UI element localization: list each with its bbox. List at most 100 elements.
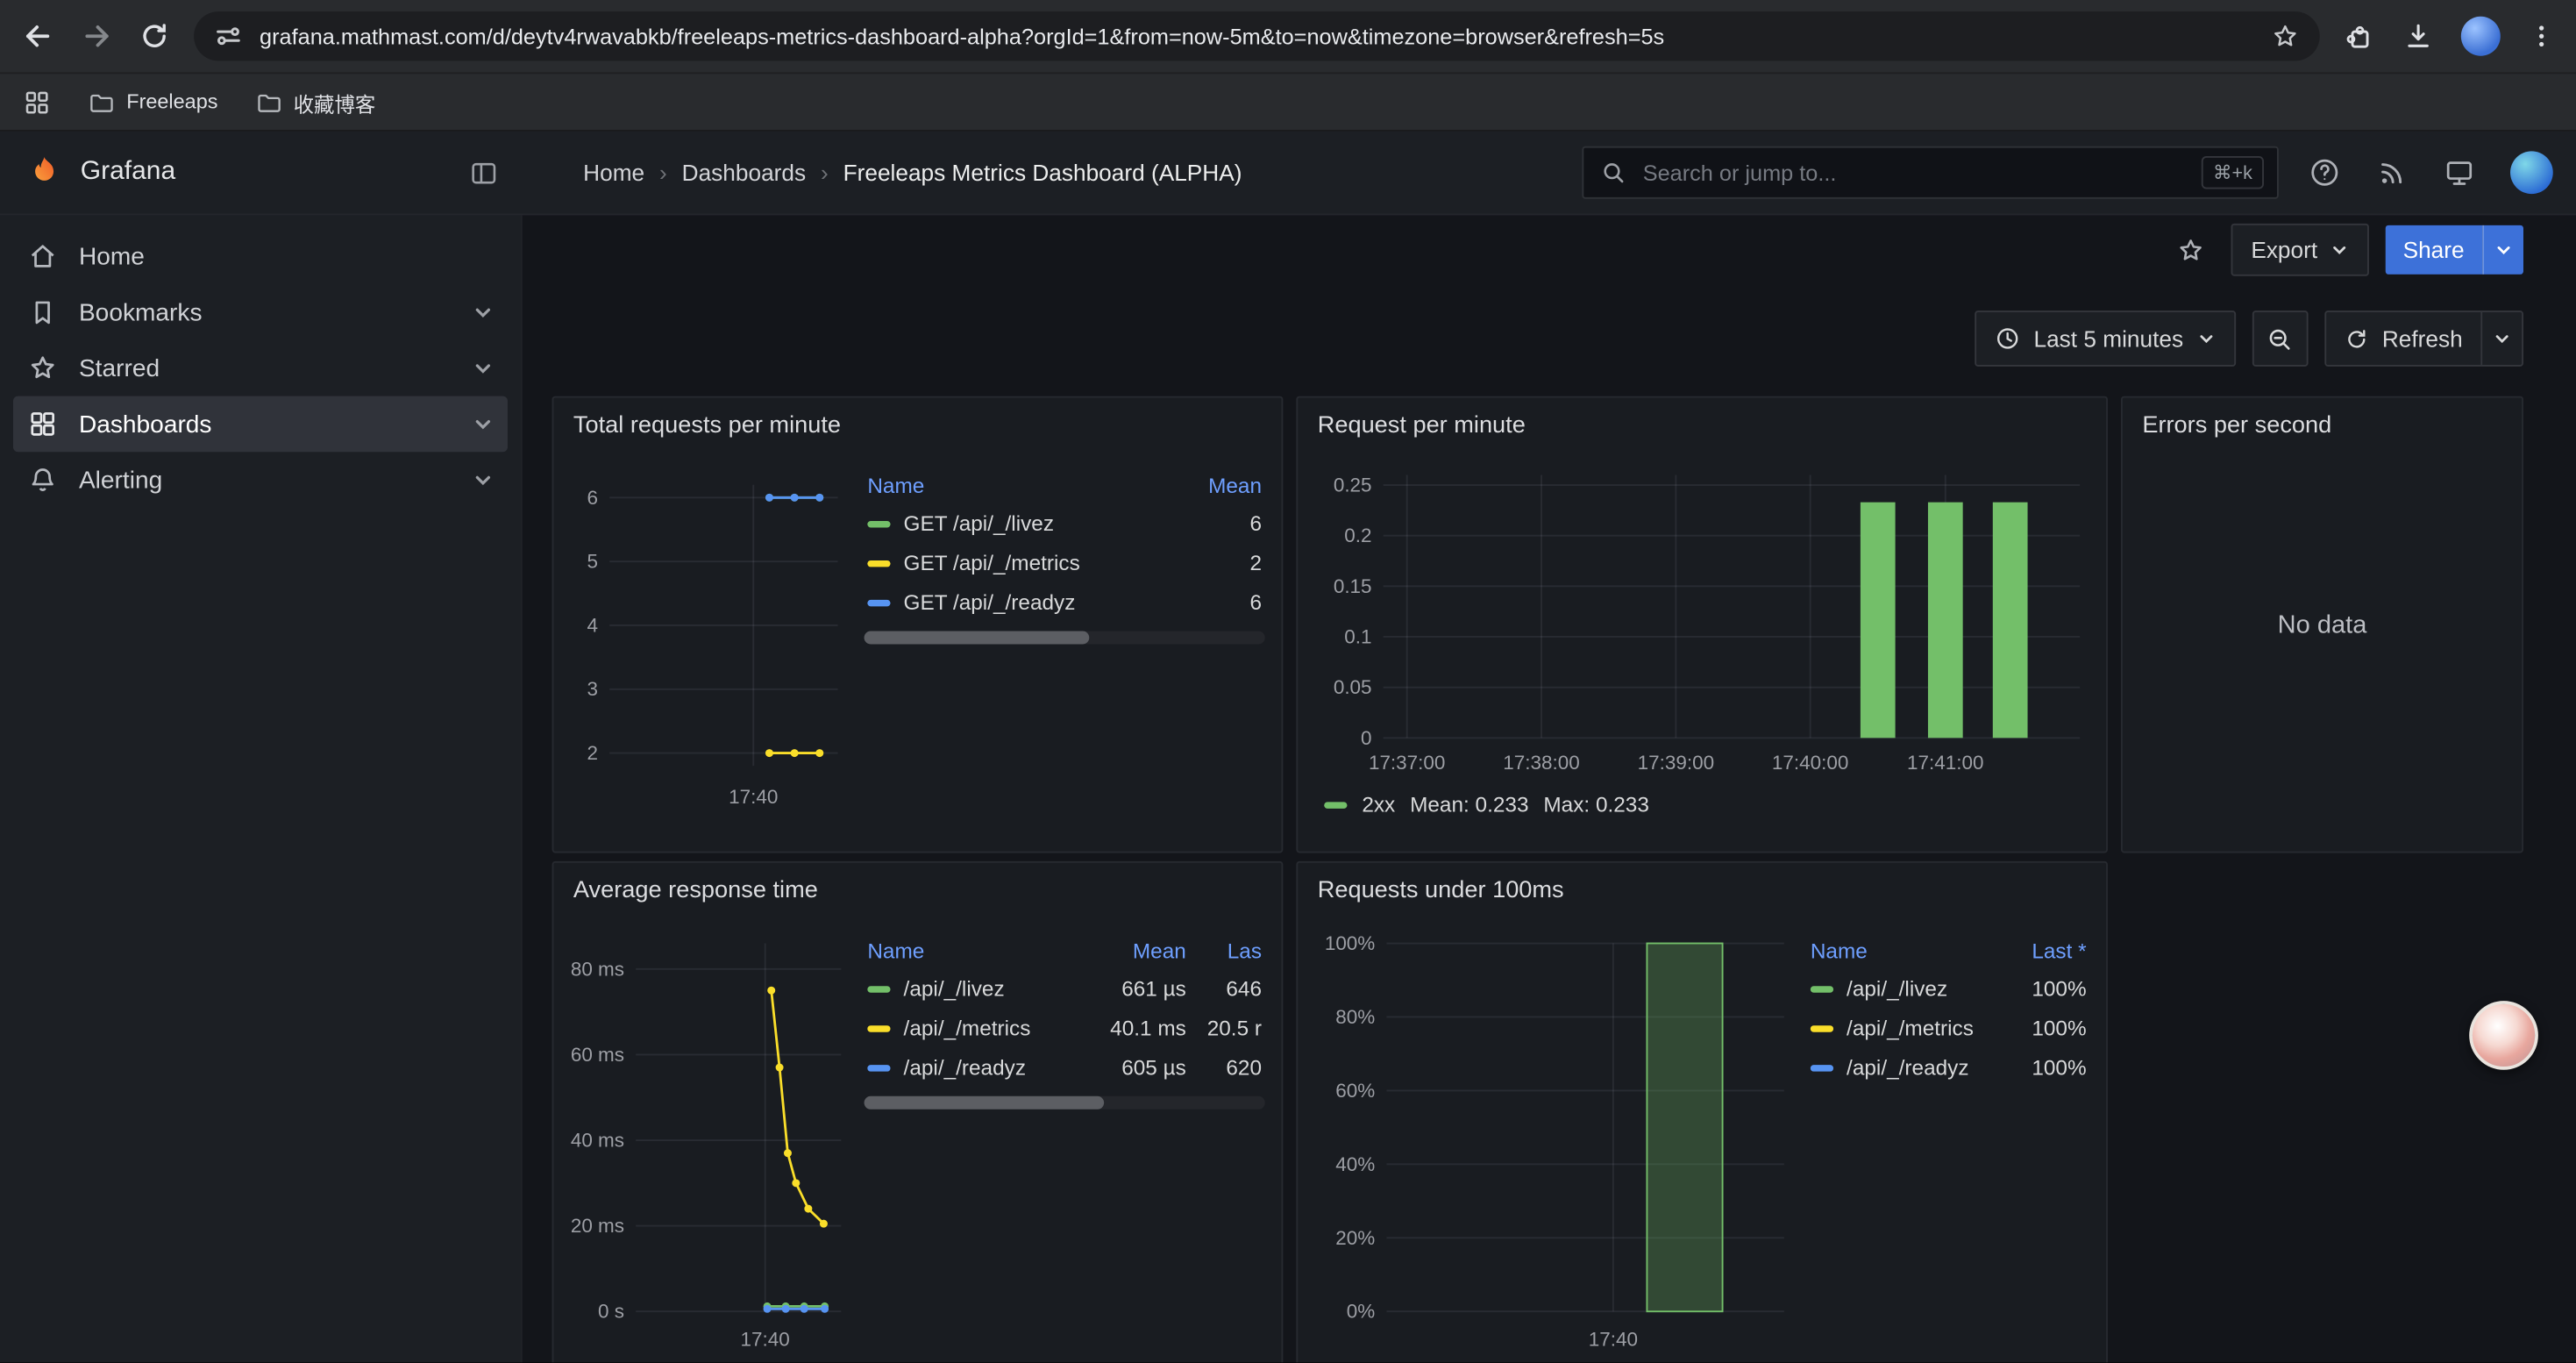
reload-icon[interactable]	[138, 19, 170, 52]
browser-menu-icon[interactable]	[2527, 21, 2557, 51]
clock-icon	[1995, 325, 2021, 352]
series-mean: 605 µs	[1087, 1047, 1189, 1087]
search-shortcut-badge: ⌘+k	[2202, 156, 2264, 189]
chevron-down-icon	[2329, 240, 2348, 260]
time-range-picker[interactable]: Last 5 minutes	[1975, 310, 2236, 367]
svg-text:17:41:00: 17:41:00	[1907, 752, 1983, 774]
svg-text:17:40: 17:40	[1589, 1329, 1638, 1351]
folder-icon	[87, 88, 115, 116]
dashboard-grid: Total requests per minute 6543217:40 Nam…	[523, 396, 2576, 1363]
series-name[interactable]: 2xx	[1362, 792, 1395, 817]
user-avatar[interactable]	[2510, 151, 2553, 194]
legend-scrollbar[interactable]	[865, 1096, 1265, 1110]
floating-assistant-avatar[interactable]	[2469, 1001, 2538, 1070]
chevron-down-icon[interactable]	[472, 357, 495, 380]
series-mean: 661 µs	[1087, 968, 1189, 1008]
panel-title[interactable]: Errors per second	[2123, 397, 2522, 445]
downloads-icon[interactable]	[2402, 19, 2434, 52]
panel-title[interactable]: Total requests per minute	[553, 397, 1281, 445]
legend-row: /api/_/readyz 605 µs 620	[865, 1047, 1265, 1087]
legend-col-last[interactable]: Last *	[2004, 933, 2089, 967]
series-last: 100%	[2004, 1047, 2089, 1087]
panel-title[interactable]: Average response time	[553, 863, 1281, 910]
series-color-chip	[867, 560, 890, 567]
legend-row: GET /api/_/livez 6	[865, 503, 1265, 542]
refresh-interval-button[interactable]	[2480, 312, 2522, 365]
sidebar-item-home[interactable]: Home	[13, 228, 508, 284]
extensions-icon[interactable]	[2343, 19, 2375, 52]
sidebar-item-alerting[interactable]: Alerting	[13, 452, 508, 508]
site-settings-icon[interactable]	[214, 21, 244, 51]
legend-col-name[interactable]: Name	[1807, 933, 2004, 967]
back-icon[interactable]	[19, 18, 55, 54]
series-name[interactable]: /api/_/livez	[904, 975, 1005, 1000]
bookmark-item-freeleaps[interactable]: Freeleaps	[87, 88, 217, 116]
svg-text:60 ms: 60 ms	[571, 1044, 624, 1066]
grafana-header: Grafana Home › Dashboards › Freeleaps Me…	[0, 132, 2576, 216]
legend-col-name[interactable]: Name	[865, 933, 1088, 967]
legend-scrollbar[interactable]	[865, 632, 1265, 645]
search-input[interactable]	[1640, 159, 2188, 187]
series-name[interactable]: GET /api/_/readyz	[904, 589, 1076, 614]
requests-under-100ms-chart: 100%80%60%40%20%0%17:40	[1314, 927, 1794, 1358]
zoom-out-button[interactable]	[2252, 310, 2309, 367]
series-name[interactable]: /api/_/readyz	[904, 1054, 1026, 1079]
forward-icon[interactable]	[79, 18, 115, 54]
series-name[interactable]: /api/_/livez	[1847, 975, 1947, 1000]
share-button[interactable]: Share	[2385, 225, 2482, 275]
share-menu-button[interactable]	[2482, 225, 2523, 275]
sidebar-item-bookmarks[interactable]: Bookmarks	[13, 284, 508, 340]
svg-text:4: 4	[587, 614, 599, 636]
breadcrumb-home[interactable]: Home	[583, 160, 644, 186]
panel-errors-per-second: Errors per second No data	[2121, 396, 2523, 853]
series-name[interactable]: /api/_/readyz	[1847, 1054, 1968, 1079]
panel-title[interactable]: Requests under 100ms	[1298, 863, 2106, 910]
chevron-down-icon[interactable]	[472, 412, 495, 435]
sidebar-collapse-icon[interactable]	[468, 157, 500, 189]
scrollbar-thumb[interactable]	[865, 1096, 1105, 1110]
series-mean: 6	[1179, 503, 1264, 542]
help-icon[interactable]	[2309, 156, 2341, 189]
series-name[interactable]: GET /api/_/metrics	[904, 550, 1080, 574]
scrollbar-thumb[interactable]	[865, 632, 1089, 645]
chevron-down-icon[interactable]	[472, 468, 495, 491]
svg-text:0%: 0%	[1347, 1301, 1375, 1323]
svg-text:20 ms: 20 ms	[571, 1215, 624, 1237]
sidebar-item-dashboards[interactable]: Dashboards	[13, 396, 508, 453]
display-kiosk-icon[interactable]	[2443, 156, 2475, 189]
browser-profile-avatar[interactable]	[2461, 17, 2501, 56]
svg-text:20%: 20%	[1335, 1227, 1375, 1249]
series-color-chip	[867, 521, 890, 527]
legend-col-mean[interactable]: Mean	[1087, 933, 1189, 967]
news-rss-icon[interactable]	[2375, 156, 2408, 189]
series-name[interactable]: GET /api/_/livez	[904, 510, 1055, 535]
export-button[interactable]: Export	[2231, 224, 2368, 276]
dashboard-actions-row: Export Share	[523, 215, 2576, 284]
search-box[interactable]: ⌘+k	[1582, 146, 2278, 199]
apps-grid-icon[interactable]	[23, 88, 51, 116]
refresh-button-label: Refresh	[2382, 325, 2463, 352]
favorite-star-icon[interactable]	[2166, 225, 2215, 275]
legend-col-mean[interactable]: Mean	[1179, 468, 1264, 503]
legend-col-name[interactable]: Name	[865, 468, 1180, 503]
series-name[interactable]: /api/_/metrics	[904, 1015, 1031, 1039]
bookmark-item-blogs[interactable]: 收藏博客	[254, 86, 376, 118]
bookmark-star-icon[interactable]	[2270, 21, 2300, 51]
refresh-button[interactable]: Refresh	[2326, 312, 2480, 365]
svg-text:17:40: 17:40	[729, 786, 778, 808]
chevron-down-icon[interactable]	[472, 301, 495, 324]
panel-average-response-time: Average response time 80 ms60 ms40 ms20 …	[552, 861, 1284, 1362]
dashboard-content: Export Share Last	[523, 215, 2576, 1362]
bookmark-label: 收藏博客	[294, 86, 376, 118]
chevron-down-icon	[2196, 329, 2216, 348]
sidebar-item-starred[interactable]: Starred	[13, 340, 508, 396]
grafana-logo-icon[interactable]	[26, 154, 62, 190]
series-color-chip	[867, 1065, 890, 1071]
panel-title[interactable]: Request per minute	[1298, 397, 2106, 445]
header-icons	[2309, 151, 2553, 194]
url-text[interactable]: grafana.mathmast.com/d/deytv4rwavabkb/fr…	[260, 24, 2254, 48]
legend-col-last[interactable]: Las	[1190, 933, 1265, 967]
address-bar[interactable]: grafana.mathmast.com/d/deytv4rwavabkb/fr…	[194, 11, 2320, 61]
series-name[interactable]: /api/_/metrics	[1847, 1015, 1974, 1039]
breadcrumb-dashboards[interactable]: Dashboards	[682, 160, 806, 186]
